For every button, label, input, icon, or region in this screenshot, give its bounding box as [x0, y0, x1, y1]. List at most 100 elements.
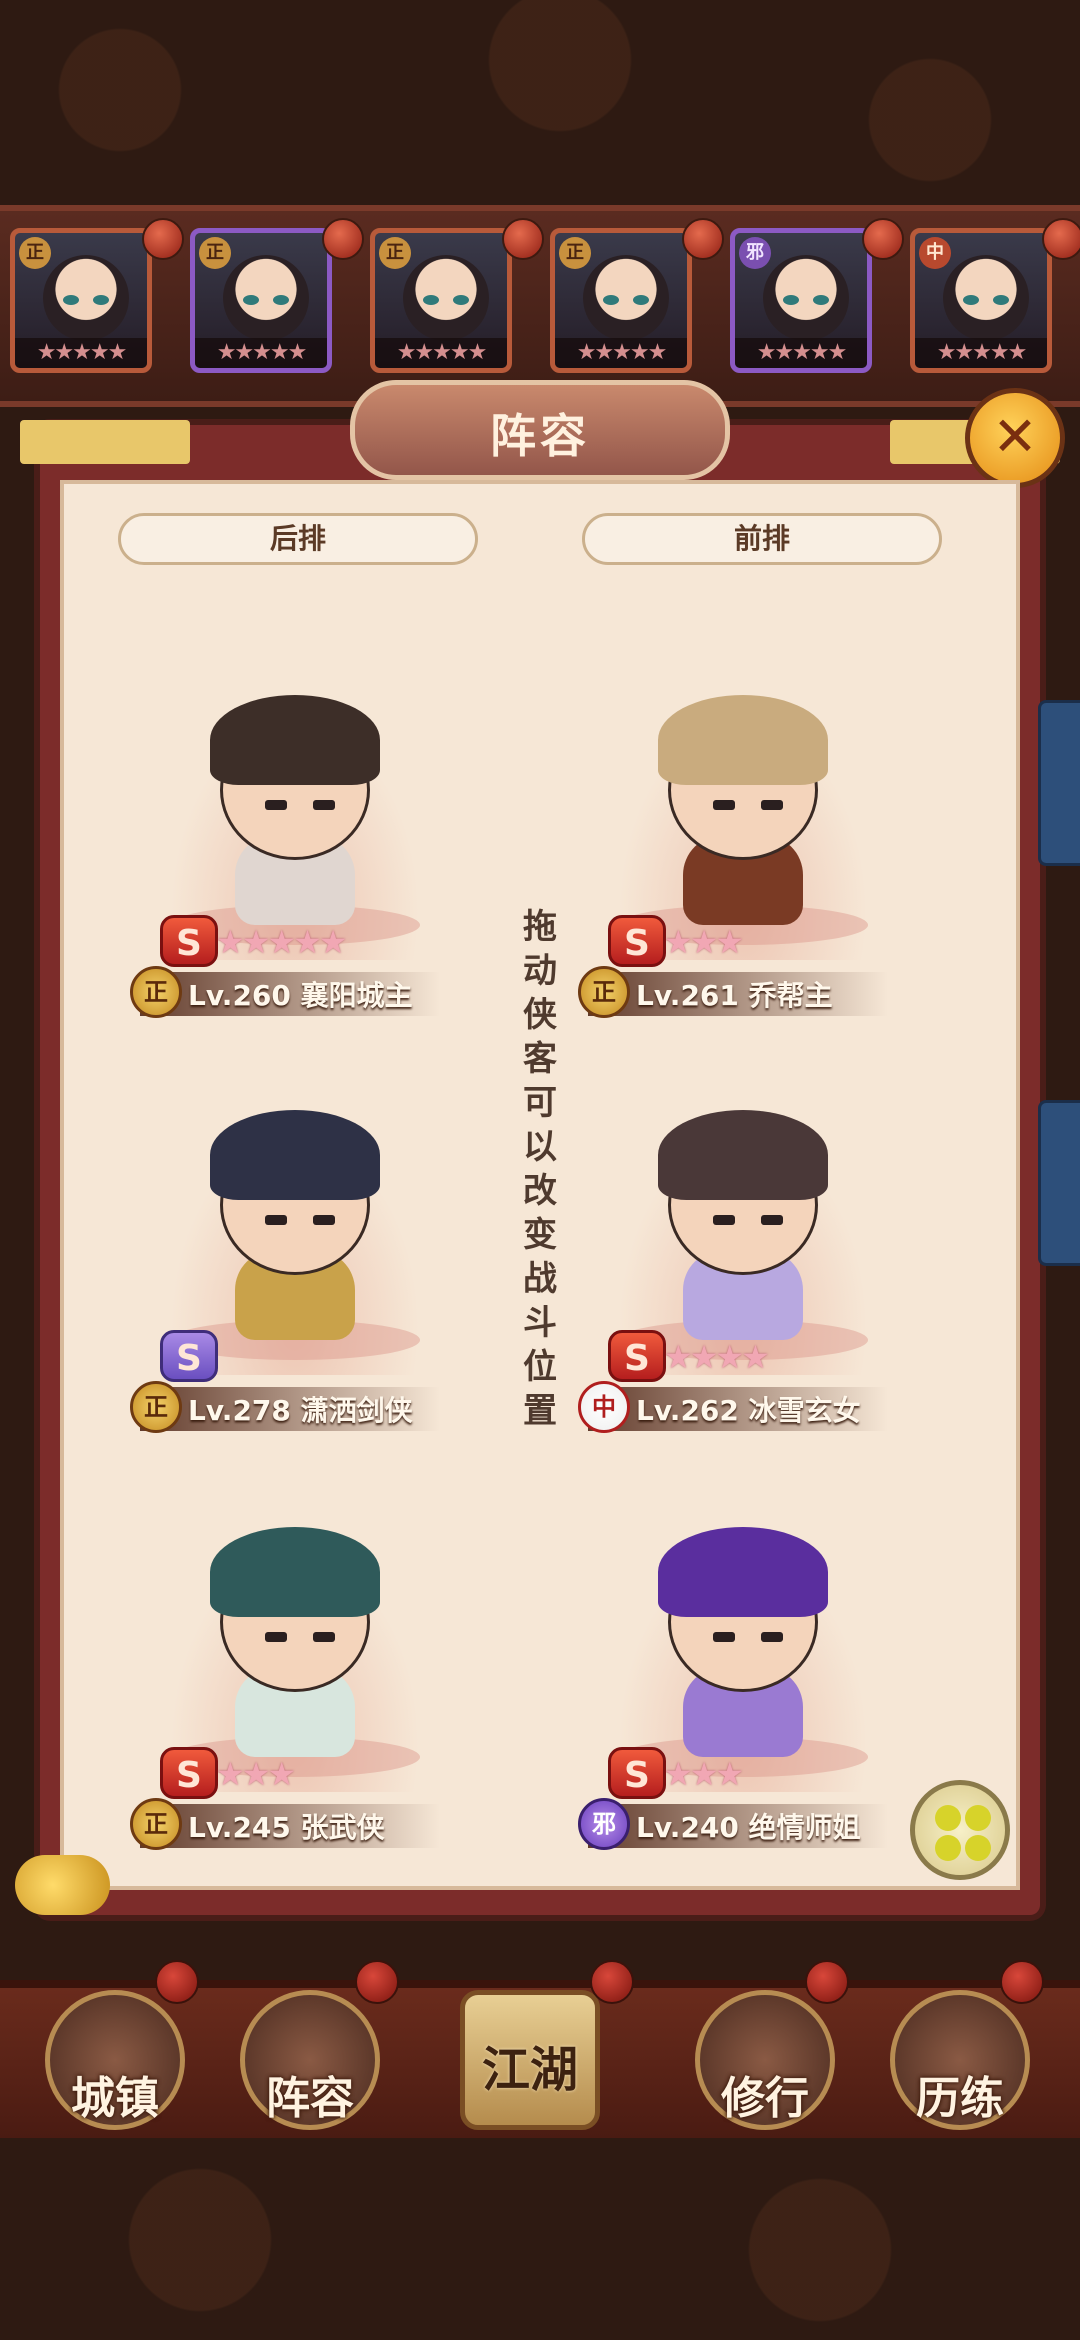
hero-eye: [963, 295, 979, 305]
skill-button[interactable]: [910, 1780, 1010, 1880]
hero-hair: [658, 695, 828, 785]
hero-eye: [273, 295, 289, 305]
formation-slot-front[interactable]: S ★★★ 邪 Lv.240 绝情师姐: [578, 1492, 908, 1850]
nav-label: 城镇: [71, 2073, 159, 2124]
hero-eye: [265, 1632, 287, 1642]
gold-cloud-icon: [15, 1855, 110, 1915]
faction-badge: 正: [130, 1798, 182, 1850]
notification-dot: [682, 218, 724, 260]
formation-slot-front[interactable]: S ★★★ 正 Lv.261 乔帮主: [578, 660, 908, 1018]
faction-badge: 正: [578, 966, 630, 1018]
nav-jianghu-scroll[interactable]: 江湖: [460, 1990, 600, 2130]
rank-badge: S: [608, 1330, 666, 1382]
hero-eye: [313, 1632, 335, 1642]
rank-badge: S: [160, 1330, 218, 1382]
formation-slot-back[interactable]: S ★★★ 正 Lv.245 张武侠: [130, 1492, 460, 1850]
front-row-label: 前排: [582, 513, 942, 565]
star-rating: ★★★★★: [915, 338, 1047, 368]
roster-hero-card[interactable]: 正 ★★★★★: [190, 228, 332, 373]
hero-hair: [210, 695, 380, 785]
star-rating: ★★★★★: [15, 338, 147, 368]
faction-badge: 邪: [578, 1798, 630, 1850]
roster-hero-card[interactable]: 邪 ★★★★★: [730, 228, 872, 373]
star-rating: ★★★: [216, 1755, 296, 1793]
hero-hair: [658, 1527, 828, 1617]
hero-eye: [63, 295, 79, 305]
hero-eye: [243, 295, 259, 305]
hero-hair: [658, 1110, 828, 1200]
hero-portrait: [583, 255, 669, 341]
hero-eye: [453, 295, 469, 305]
nav-label: 阵容: [266, 2073, 354, 2124]
hero-eye: [713, 1632, 735, 1642]
hero-eye: [993, 295, 1009, 305]
star-rating: ★★★★★: [375, 338, 507, 368]
petal-icon: [965, 1805, 991, 1831]
hero-eye: [93, 295, 109, 305]
faction-badge: 正: [130, 966, 182, 1018]
hero-eye: [761, 1215, 783, 1225]
notification-dot: [155, 1960, 199, 2004]
faction-badge: 正: [559, 237, 591, 269]
faction-badge: 正: [199, 237, 231, 269]
petal-icon: [935, 1805, 961, 1831]
roster-hero-card[interactable]: 中 ★★★★★: [910, 228, 1052, 373]
hero-hair: [210, 1110, 380, 1200]
hero-eye: [713, 1215, 735, 1225]
faction-badge: 中: [919, 237, 951, 269]
formation-slot-front[interactable]: S ★★★★ 中 Lv.262 冰雪玄女: [578, 1075, 908, 1433]
formation-slot-back[interactable]: S 正 Lv.278 潇洒剑侠: [130, 1075, 460, 1433]
faction-badge: 正: [130, 1381, 182, 1433]
notification-dot: [590, 1960, 634, 2004]
hero-level-name: Lv.278 潇洒剑侠: [188, 1394, 413, 1427]
hero-eye: [633, 295, 649, 305]
side-tab-right-1[interactable]: [1038, 700, 1080, 866]
formation-slot-back[interactable]: S ★★★★★ 正 Lv.260 襄阳城主: [130, 660, 460, 1018]
faction-badge: 正: [19, 237, 51, 269]
rank-badge: S: [160, 1747, 218, 1799]
hero-portrait: [943, 255, 1029, 341]
side-tab-right-2[interactable]: [1038, 1100, 1080, 1266]
nav-label: 修行: [721, 2073, 809, 2124]
roster-hero-card[interactable]: 正 ★★★★★: [550, 228, 692, 373]
hero-level-name: Lv.245 张武侠: [188, 1811, 385, 1844]
hero-level-name: Lv.262 冰雪玄女: [636, 1394, 861, 1427]
hero-portrait: [763, 255, 849, 341]
notification-dot: [1000, 1960, 1044, 2004]
notification-dot: [142, 218, 184, 260]
star-rating: ★★★: [664, 923, 744, 961]
nav-formation[interactable]: 阵容: [240, 1990, 380, 2130]
nav-town[interactable]: 城镇: [45, 1990, 185, 2130]
star-rating: ★★★★: [664, 1338, 770, 1376]
hero-portrait: [403, 255, 489, 341]
drag-instruction: 拖动侠客可以改变战斗位置: [523, 907, 557, 1431]
hero-eye: [265, 1215, 287, 1225]
hero-eye: [813, 295, 829, 305]
hero-level-name: Lv.260 襄阳城主: [188, 979, 413, 1012]
back-row-label: 后排: [118, 513, 478, 565]
star-rating: ★★★: [664, 1755, 744, 1793]
nav-training[interactable]: 历练: [890, 1990, 1030, 2130]
faction-badge: 中: [578, 1381, 630, 1433]
hero-level-name: Lv.240 绝情师姐: [636, 1811, 861, 1844]
notification-dot: [322, 218, 364, 260]
nav-cultivation[interactable]: 修行: [695, 1990, 835, 2130]
notification-dot: [355, 1960, 399, 2004]
hero-hair: [210, 1527, 380, 1617]
hero-eye: [603, 295, 619, 305]
star-rating: ★★★★★: [735, 338, 867, 368]
notification-dot: [502, 218, 544, 260]
notification-dot: [805, 1960, 849, 2004]
hero-eye: [423, 295, 439, 305]
notification-dot: [1042, 218, 1080, 260]
hero-eye: [313, 1215, 335, 1225]
star-rating: ★★★★★: [195, 338, 327, 368]
hero-eye: [265, 800, 287, 810]
roster-hero-card[interactable]: 正 ★★★★★: [370, 228, 512, 373]
close-button[interactable]: ✕: [965, 388, 1065, 488]
faction-badge: 正: [379, 237, 411, 269]
nav-label: 历练: [916, 2073, 1004, 2124]
roster-hero-card[interactable]: 正 ★★★★★: [10, 228, 152, 373]
rank-badge: S: [160, 915, 218, 967]
nav-label: 江湖: [481, 2042, 578, 2098]
